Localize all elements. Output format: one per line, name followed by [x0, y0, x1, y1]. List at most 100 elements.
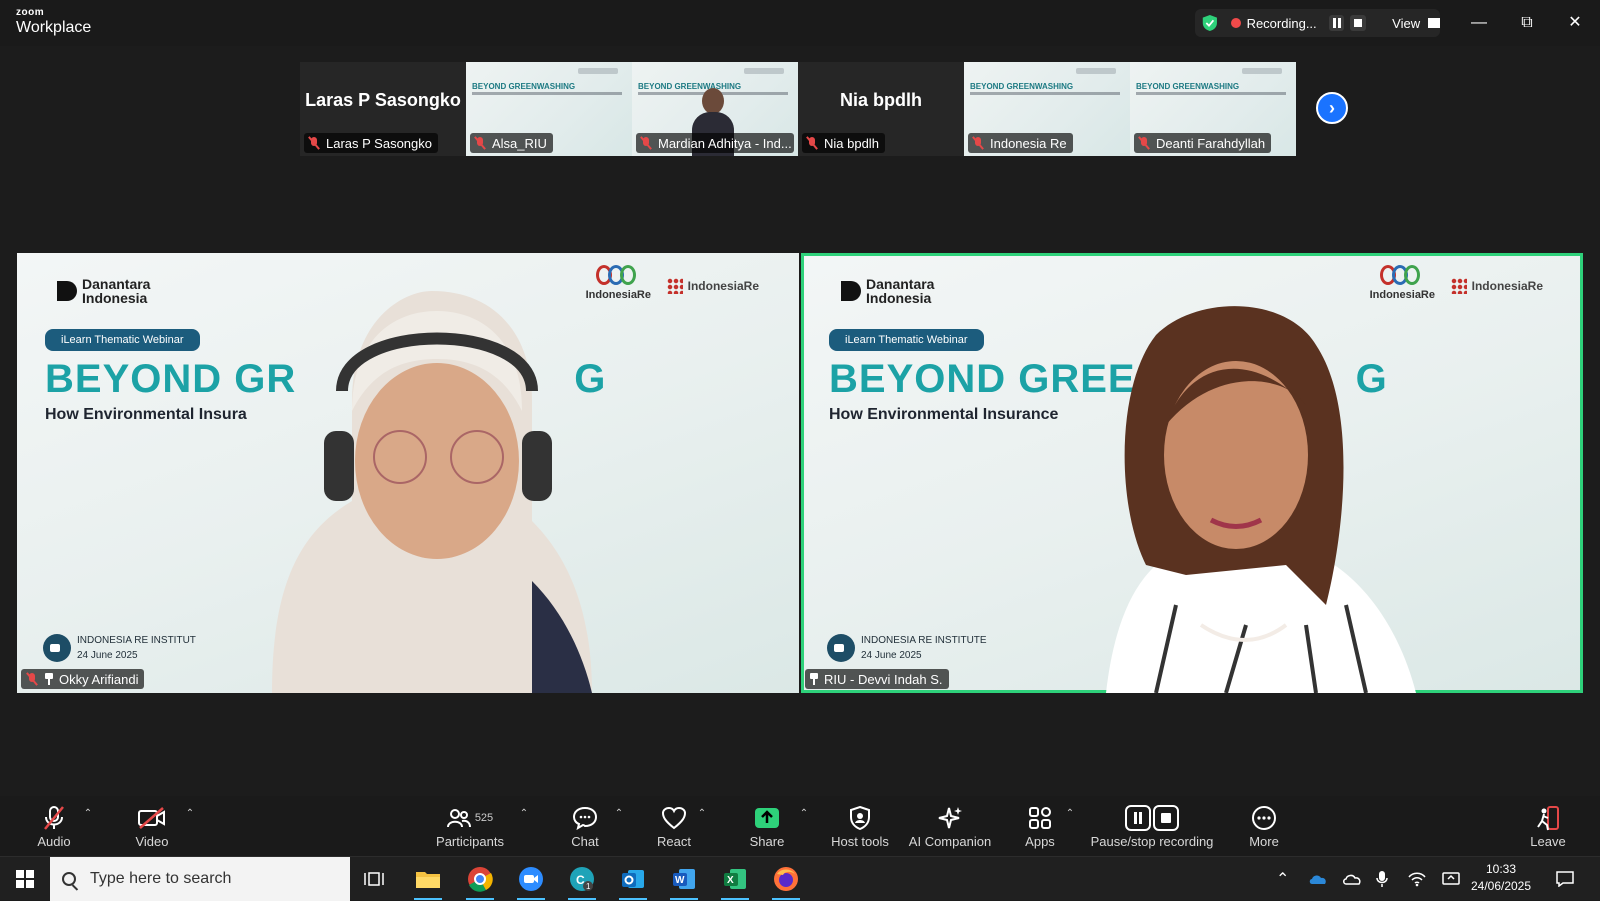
brand3-label: IndonesiaRe	[687, 279, 759, 293]
minimize-button[interactable]: —	[1468, 12, 1490, 34]
chat-options-chevron-icon[interactable]: ⌃	[613, 808, 625, 820]
brand-large: Workplace	[16, 19, 92, 36]
thumbnail-tile[interactable]: BEYOND GREENWASHING Indonesia Re	[964, 62, 1130, 156]
leave-button[interactable]: Leave	[1528, 796, 1568, 856]
tray-chevron-icon[interactable]: ⌃	[1276, 857, 1289, 901]
display-icon[interactable]	[1442, 857, 1460, 901]
microphone-icon[interactable]	[1376, 857, 1388, 901]
slide-title-mini: BEYOND GREENWASHING	[970, 82, 1074, 91]
thumbnail-tile[interactable]: BEYOND GREENWASHING Alsa_RIU	[466, 62, 632, 156]
windows-taskbar: Type here to search C1 W X ⌃ 10:33 24/06…	[0, 856, 1600, 901]
svg-text:X: X	[727, 875, 734, 886]
chevron-right-icon: ›	[1329, 97, 1335, 118]
mic-muted-icon	[25, 672, 39, 686]
audio-label: Audio	[37, 834, 71, 849]
search-icon	[62, 872, 76, 886]
audio-button[interactable]: Audio	[32, 796, 76, 856]
danantara-mark-icon	[57, 281, 77, 301]
notifications-icon[interactable]	[1556, 857, 1574, 901]
host-tools-button[interactable]: Host tools	[828, 796, 892, 856]
heart-icon	[661, 806, 687, 830]
sparkle-icon	[938, 807, 962, 829]
network-cloud-icon[interactable]	[1342, 857, 1362, 901]
apps-icon	[1029, 807, 1051, 829]
shield-check-icon[interactable]	[1201, 14, 1219, 32]
indonesiare-logo: IndonesiaRe	[1370, 265, 1435, 301]
audio-options-chevron-icon[interactable]: ⌃	[82, 808, 94, 820]
share-options-chevron-icon[interactable]: ⌃	[798, 808, 810, 820]
excel-icon[interactable]: X	[719, 863, 751, 900]
thumbnail-tile[interactable]: Nia bpdlh Nia bpdlh	[798, 62, 964, 156]
word-icon[interactable]: W	[668, 863, 700, 900]
taskbar-clock[interactable]: 10:33 24/06/2025	[1466, 861, 1536, 895]
thumbnail-tile[interactable]: Laras P Sasongko Laras P Sasongko	[300, 62, 466, 156]
chrome-icon[interactable]	[464, 863, 496, 900]
brand-sub: Indonesia	[82, 290, 148, 306]
camera-logo-icon	[43, 634, 71, 662]
more-button[interactable]: More	[1244, 796, 1284, 856]
apps-options-chevron-icon[interactable]: ⌃	[1064, 808, 1076, 820]
firefox-icon[interactable]	[770, 863, 802, 900]
danantara-mark-icon	[841, 281, 861, 301]
brand3-label: IndonesiaRe	[1471, 279, 1543, 293]
stop-recording-button[interactable]	[1350, 15, 1367, 31]
next-page-button[interactable]: ›	[1316, 92, 1348, 124]
participants-options-chevron-icon[interactable]: ⌃	[518, 808, 530, 820]
slide-logo-mini	[744, 68, 784, 74]
react-options-chevron-icon[interactable]: ⌃	[696, 808, 708, 820]
task-view-icon[interactable]	[358, 863, 390, 895]
teams-icon[interactable]: C1	[566, 863, 598, 900]
react-button[interactable]: React	[655, 796, 693, 856]
brand-small: zoom	[16, 7, 45, 18]
thumbnail-name-tag: Indonesia Re	[968, 133, 1073, 153]
close-button[interactable]: ✕	[1564, 12, 1586, 34]
taskbar-search-input[interactable]: Type here to search	[50, 857, 350, 901]
view-button[interactable]: View	[1392, 16, 1420, 31]
pause-stop-recording-button[interactable]: Pause/stop recording	[1090, 796, 1214, 856]
brand-sub: Indonesia	[866, 290, 932, 306]
windows-start-icon[interactable]	[16, 870, 34, 888]
share-screen-icon	[755, 808, 779, 828]
outlook-icon[interactable]	[617, 863, 649, 900]
pin-icon	[44, 673, 54, 685]
video-label: Video	[135, 834, 169, 849]
thumbnail-tile[interactable]: BEYOND GREENWASHING Deanti Farahdyllah	[1130, 62, 1296, 156]
zoom-icon[interactable]	[515, 863, 547, 900]
brand-name: Danantara	[866, 276, 935, 292]
clock-time: 10:33	[1485, 862, 1517, 876]
share-button[interactable]: Share	[748, 796, 786, 856]
pause-stop-icon	[1125, 805, 1179, 831]
recording-label: Recording...	[1246, 15, 1317, 31]
slide-footer: INDONESIA RE INSTITUTE 24 June 2025	[827, 633, 987, 663]
participant-name: Okky Arifiandi	[59, 671, 139, 687]
pause-recording-button[interactable]	[1328, 15, 1345, 31]
shield-icon	[850, 806, 870, 830]
slide-footer: INDONESIA RE INSTITUT 24 June 2025	[43, 633, 196, 663]
file-explorer-icon[interactable]	[412, 863, 444, 900]
share-label: Share	[749, 834, 785, 849]
video-button[interactable]: Video	[128, 796, 176, 856]
wifi-icon[interactable]	[1408, 857, 1426, 901]
onedrive-icon[interactable]	[1308, 857, 1328, 901]
slide-logo-mini	[1242, 68, 1282, 74]
restore-button[interactable]: ⧉	[1516, 12, 1538, 34]
mic-off-icon	[44, 806, 64, 830]
participants-button[interactable]: 525 Participants	[436, 796, 504, 856]
mic-muted-icon	[307, 136, 321, 150]
participant-video	[272, 291, 592, 693]
slide-subhead: How Environmental Insura	[45, 406, 247, 423]
mic-muted-icon	[473, 136, 487, 150]
host-tools-label: Host tools	[831, 834, 889, 849]
more-icon	[1252, 806, 1276, 830]
apps-button[interactable]: Apps	[1022, 796, 1058, 856]
thumbnail-tile[interactable]: BEYOND GREENWASHING Mardian Adhitya - In…	[632, 62, 798, 156]
pause-icon	[1332, 18, 1341, 28]
grid-view-icon[interactable]	[1428, 18, 1440, 28]
video-tile-active-speaker[interactable]: Danantara Indonesia IndonesiaRe Indonesia…	[801, 253, 1583, 693]
ai-companion-button[interactable]: AI Companion	[906, 796, 994, 856]
video-tile[interactable]: Danantara Indonesia IndonesiaRe Indonesia…	[17, 253, 799, 693]
slide-subtitle-mini	[970, 92, 1120, 95]
video-options-chevron-icon[interactable]: ⌃	[184, 808, 196, 820]
participant-video	[1106, 306, 1416, 693]
chat-button[interactable]: Chat	[568, 796, 602, 856]
